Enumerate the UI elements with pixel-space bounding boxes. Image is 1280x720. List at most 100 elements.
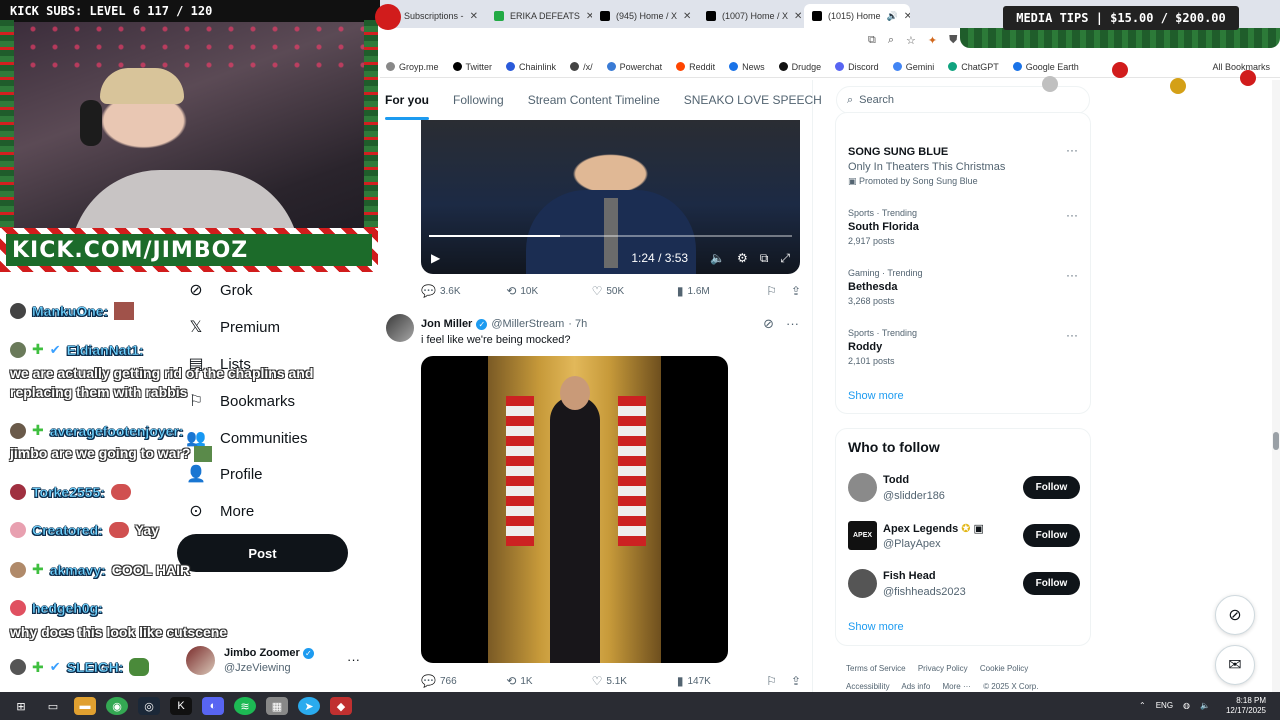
follow-suggestion[interactable]: APEX Apex Legends ✪ ▣ @PlayApex Follow — [848, 521, 1080, 553]
tab-stream-content-timeline[interactable]: Stream Content Timeline — [516, 80, 672, 120]
lang-indicator[interactable]: ENG — [1156, 701, 1173, 710]
footer-ads-link[interactable]: Ads info — [901, 682, 930, 691]
settings-icon[interactable]: ⚙ — [737, 251, 748, 265]
volume-icon[interactable]: 🔈 — [710, 251, 725, 265]
network-icon[interactable]: ◍ — [1183, 701, 1190, 710]
apex-logo-icon[interactable]: APEX — [848, 521, 877, 550]
bookmark-0[interactable]: Groyp.me — [386, 62, 439, 72]
grok-icon[interactable]: ⊘ — [763, 316, 774, 332]
tweet-video-player[interactable]: ▶ 1:24 / 3:53 🔈 ⚙ ⧉ ⤢ — [421, 120, 800, 274]
scrollbar-thumb[interactable] — [1273, 432, 1279, 450]
steam-icon[interactable]: ◎ — [138, 697, 160, 715]
star-icon[interactable]: ☆ — [906, 34, 916, 47]
video-progress-bar[interactable] — [429, 235, 792, 237]
close-icon[interactable]: ✕ — [794, 11, 802, 22]
share-button[interactable]: ⇪ — [791, 674, 801, 688]
trend-item[interactable]: Gaming · Trending Bethesda 3,268 posts ·… — [848, 268, 1078, 306]
reply-button[interactable]: 💬 766 — [421, 674, 506, 688]
repost-button[interactable]: ⟲ 10K — [506, 284, 591, 298]
like-button[interactable]: ♡ 5.1K — [592, 674, 677, 688]
more-icon[interactable]: ··· — [347, 652, 360, 667]
footer-privacy-link[interactable]: Privacy Policy — [918, 664, 968, 673]
suggestion-name[interactable]: Apex Legends ✪ ▣ — [883, 522, 984, 535]
messages-fab-button[interactable]: ✉ — [1215, 645, 1255, 685]
all-bookmarks-button[interactable]: All Bookmarks — [1212, 62, 1270, 72]
author-handle[interactable]: @MillerStream — [491, 318, 564, 330]
chrome-icon[interactable]: ◉ — [106, 697, 128, 715]
bookmark-3[interactable]: /x/ — [570, 62, 593, 72]
tray-chevron-icon[interactable]: ⌃ — [1139, 701, 1146, 710]
speaker-icon[interactable]: 🔊 — [887, 11, 898, 22]
page-scrollbar[interactable] — [1272, 80, 1280, 692]
follow-button[interactable]: Follow — [1023, 572, 1080, 595]
tab-following[interactable]: Following — [441, 80, 516, 120]
follow-button[interactable]: Follow — [1023, 524, 1080, 547]
footer-accessibility-link[interactable]: Accessibility — [846, 682, 890, 691]
browser-tab-4[interactable]: (1015) Home 🔊 ✕ — [804, 4, 910, 28]
browser-tab-3[interactable]: (1007) Home / X ✕ — [698, 4, 804, 28]
extension-icon[interactable]: ✦ — [928, 34, 937, 47]
browser-tab-2[interactable]: (945) Home / X ✕ — [592, 4, 698, 28]
bookmark-button[interactable]: ⚐ — [766, 284, 777, 298]
file-explorer-icon[interactable]: ▬ — [74, 697, 96, 715]
obs-icon[interactable]: ◆ — [330, 697, 352, 715]
suggestion-name[interactable]: Fish Head — [883, 570, 936, 582]
bookmark-9[interactable]: Gemini — [892, 62, 934, 72]
bookmark-7[interactable]: Drudge — [778, 62, 821, 72]
close-icon[interactable]: ✕ — [470, 11, 478, 22]
suggestion-name[interactable]: Todd — [883, 474, 909, 486]
spotify-icon[interactable]: ≋ — [234, 697, 256, 715]
bookmark-5[interactable]: Reddit — [676, 62, 715, 72]
avatar[interactable] — [848, 569, 877, 598]
footer-terms-link[interactable]: Terms of Service — [846, 664, 906, 673]
reply-button[interactable]: 💬 3.6K — [421, 284, 506, 298]
follow-button[interactable]: Follow — [1023, 476, 1080, 499]
more-icon[interactable]: ··· — [1066, 208, 1078, 222]
promoted-trend[interactable]: SONG SUNG BLUE Only In Theaters This Chr… — [848, 143, 1078, 187]
kick-icon[interactable]: K — [170, 697, 192, 715]
author-name[interactable]: Jon Miller — [421, 318, 472, 330]
trend-item[interactable]: Sports · Trending Roddy 2,101 posts ··· — [848, 328, 1078, 366]
install-icon[interactable]: ⧉ — [868, 34, 876, 47]
tab-for-you[interactable]: For you — [373, 80, 441, 120]
bookmark-4[interactable]: Powerchat — [606, 62, 662, 72]
tweet-time[interactable]: · 7h — [568, 318, 587, 330]
more-icon[interactable]: ··· — [1066, 328, 1078, 342]
avatar[interactable] — [386, 314, 414, 342]
more-icon[interactable]: ··· — [1066, 268, 1078, 282]
footer-more-link[interactable]: More ··· — [943, 682, 971, 691]
bookmark-10[interactable]: ChatGPT — [948, 62, 999, 72]
fullscreen-icon[interactable]: ⤢ — [780, 251, 790, 266]
avatar[interactable] — [848, 473, 877, 502]
bookmark-2[interactable]: Chainlink — [506, 62, 556, 72]
telegram-icon[interactable]: ➤ — [298, 697, 320, 715]
volume-icon[interactable]: 🔈 — [1200, 701, 1210, 710]
picture-in-picture-icon[interactable]: ⧉ — [760, 251, 769, 266]
bookmark-button[interactable]: ⚐ — [766, 674, 777, 688]
shield-icon[interactable]: ⛊ — [949, 34, 957, 47]
app-icon[interactable]: ▦ — [266, 697, 288, 715]
tweet-video[interactable] — [421, 356, 728, 663]
clock[interactable]: 8:18 PM 12/17/2025 — [1226, 696, 1266, 716]
close-icon[interactable]: ✕ — [683, 11, 691, 22]
bookmark-8[interactable]: Discord — [835, 62, 879, 72]
zoom-icon[interactable]: ⌕ — [888, 34, 894, 47]
discord-icon[interactable]: ◐ — [202, 697, 224, 715]
show-more-follow[interactable]: Show more — [848, 621, 904, 633]
share-button[interactable]: ⇪ — [791, 284, 801, 298]
grok-fab-button[interactable]: ⊘ — [1215, 595, 1255, 635]
show-more-trends[interactable]: Show more — [848, 390, 904, 402]
tab-sneako-love-speech[interactable]: SNEAKO LOVE SPEECH — [672, 80, 834, 120]
browser-tab-1[interactable]: ERIKA DEFEATS ✕ — [486, 4, 592, 28]
windows-start-icon[interactable]: ⊞ — [10, 697, 32, 715]
views-button[interactable]: ▮ 1.6M — [677, 284, 766, 298]
bookmark-11[interactable]: Google Earth — [1012, 62, 1079, 72]
more-icon[interactable]: ··· — [786, 316, 799, 332]
task-view-icon[interactable]: ▭ — [42, 697, 64, 715]
repost-button[interactable]: ⟲ 1K — [506, 674, 591, 688]
follow-suggestion[interactable]: Todd @slidder186 Follow — [848, 473, 1080, 505]
bookmark-6[interactable]: News — [729, 62, 765, 72]
trend-item[interactable]: Sports · Trending South Florida 2,917 po… — [848, 208, 1078, 246]
close-icon[interactable]: ✕ — [904, 11, 910, 22]
follow-suggestion[interactable]: Fish Head @fishheads2023 Follow — [848, 569, 1080, 601]
